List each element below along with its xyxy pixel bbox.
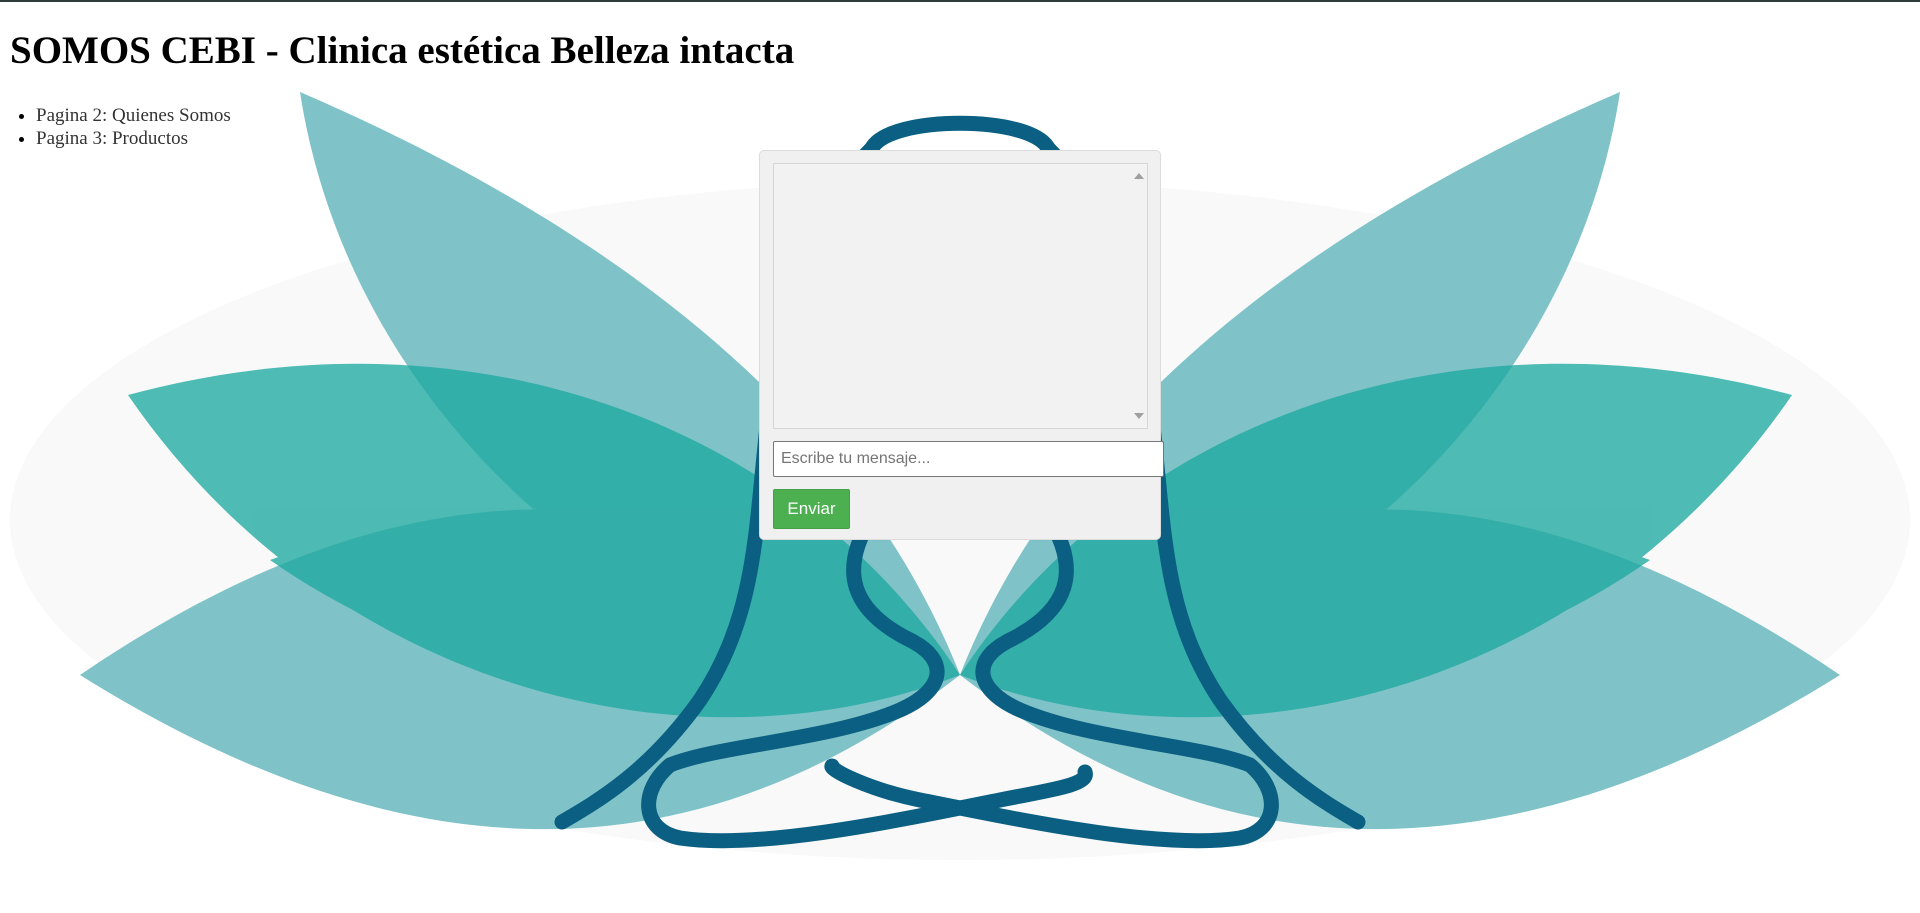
scroll-up-arrow-icon[interactable] <box>1134 173 1144 179</box>
page: SOMOS CEBI - Clinica estética Belleza in… <box>0 0 1920 913</box>
chat-log[interactable] <box>773 163 1148 429</box>
top-divider <box>0 0 1920 2</box>
page-title: SOMOS CEBI - Clinica estética Belleza in… <box>10 29 795 72</box>
nav-list-item: Pagina 2: Quienes Somos <box>36 104 231 127</box>
message-input[interactable] <box>773 441 1164 477</box>
nav-link-quienes-somos[interactable]: Pagina 2: Quienes Somos <box>36 105 231 126</box>
nav-list-item: Pagina 3: Productos <box>36 127 231 150</box>
send-button[interactable]: Enviar <box>773 489 850 529</box>
scroll-down-arrow-icon[interactable] <box>1134 413 1144 419</box>
chat-panel: Enviar <box>759 150 1164 540</box>
nav-link-productos[interactable]: Pagina 3: Productos <box>36 128 188 149</box>
nav-list: Pagina 2: Quienes Somos Pagina 3: Produc… <box>10 104 231 150</box>
